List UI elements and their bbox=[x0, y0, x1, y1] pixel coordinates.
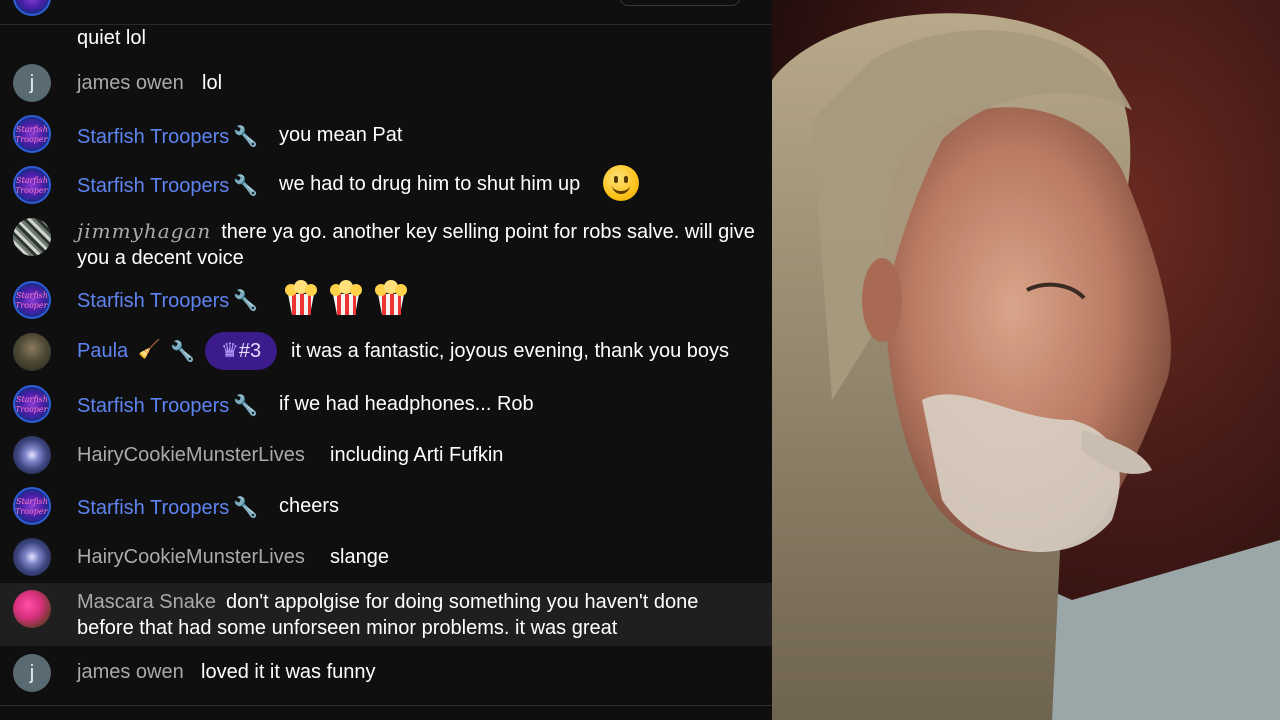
author-name[interactable]: HairyCookieMunsterLives bbox=[77, 546, 305, 569]
membership-badge: ♛#3 bbox=[205, 332, 277, 370]
broom-icon: 🧹 bbox=[138, 339, 161, 359]
author-name[interactable]: Starfish Troopers 🔧 bbox=[77, 393, 258, 418]
message-text: we had to drug him to shut him up bbox=[279, 173, 581, 195]
avatar[interactable]: Starfish Troopers bbox=[13, 115, 51, 153]
message-text: cheers bbox=[279, 495, 340, 517]
avatar-text: Starfish Troopers bbox=[15, 125, 51, 144]
chat-message: HairyCookieMunsterLives slange bbox=[0, 534, 772, 580]
wrench-icon: 🔧 bbox=[233, 395, 259, 417]
video-frame[interactable] bbox=[772, 0, 1280, 720]
popcorn-icon bbox=[375, 280, 407, 315]
author-name[interactable]: james owen bbox=[77, 72, 184, 95]
popcorn-icon bbox=[330, 280, 362, 315]
author-name[interactable]: HairyCookieMunsterLives bbox=[77, 444, 305, 467]
crown-icon: ♛ bbox=[220, 340, 239, 362]
author-name[interactable]: Paula bbox=[77, 340, 128, 363]
avatar[interactable] bbox=[13, 0, 51, 16]
wrench-icon: 🔧 bbox=[170, 341, 195, 363]
chat-message: Paula 🧹 🔧 ♛#3 it was a fantastic, joyous… bbox=[0, 328, 772, 376]
author-name[interactable]: Starfish Troopers 🔧 bbox=[77, 124, 258, 149]
chat-message: Starfish Troopers Starfish Troopers 🔧 che… bbox=[0, 482, 772, 530]
chat-message: Starfish Troopers Starfish Troopers 🔧 we … bbox=[0, 160, 772, 208]
avatar-text: Starfish Troopers bbox=[15, 176, 51, 195]
wrench-icon: 🔧 bbox=[233, 126, 259, 148]
avatar[interactable] bbox=[13, 436, 51, 474]
avatar[interactable]: Starfish Troopers bbox=[13, 281, 51, 319]
slightly-smiling-face-icon bbox=[603, 165, 639, 201]
message-body: jimmyhagan there ya go. another key selli… bbox=[77, 218, 757, 271]
wrench-icon: 🔧 bbox=[233, 175, 259, 197]
wrench-icon: 🔧 bbox=[233, 497, 259, 519]
author-name[interactable]: jimmyhagan bbox=[77, 219, 211, 243]
chat-message: Starfish Troopers Starfish Troopers 🔧 you… bbox=[0, 110, 772, 158]
chat-message: HairyCookieMunsterLives including Arti F… bbox=[0, 432, 772, 478]
message-text: lol bbox=[202, 72, 223, 94]
chat-header-divider bbox=[0, 24, 772, 25]
chat-message: Starfish Troopers Starfish Troopers 🔧 bbox=[0, 276, 772, 324]
avatar[interactable]: j bbox=[13, 654, 51, 692]
avatar[interactable]: Starfish Troopers bbox=[13, 487, 51, 525]
message-text: including Arti Fufkin bbox=[330, 444, 504, 466]
avatar[interactable]: Starfish Troopers bbox=[13, 385, 51, 423]
avatar[interactable] bbox=[13, 333, 51, 371]
badge-rank: #3 bbox=[238, 340, 262, 362]
person-image bbox=[772, 0, 1280, 720]
author-name[interactable]: james owen bbox=[77, 661, 184, 684]
chat-message: j james owen loved it it was funny bbox=[0, 650, 772, 696]
avatar-text: Starfish Troopers bbox=[15, 497, 51, 516]
message-text: loved it it was funny bbox=[201, 661, 376, 683]
live-chat-panel: quiet lol j james owen lol Starfish Troo… bbox=[0, 0, 772, 720]
chat-message: Starfish Troopers Starfish Troopers 🔧 if … bbox=[0, 380, 772, 428]
message-text: slange bbox=[330, 546, 389, 568]
avatar[interactable] bbox=[13, 590, 51, 628]
chat-message: j james owen lol bbox=[0, 60, 772, 106]
author-name[interactable]: Mascara Snake bbox=[77, 591, 216, 613]
message-text: if we had headphones... Rob bbox=[279, 393, 534, 415]
author-name[interactable]: Starfish Troopers 🔧 bbox=[77, 495, 258, 520]
message-body: Mascara Snake don't appolgise for doing s… bbox=[77, 589, 757, 641]
chat-message: jimmyhagan there ya go. another key selli… bbox=[0, 212, 772, 272]
avatar[interactable]: j bbox=[13, 64, 51, 102]
avatar[interactable]: Starfish Troopers bbox=[13, 166, 51, 204]
author-name[interactable]: Starfish Troopers 🔧 bbox=[77, 173, 258, 198]
avatar-text: Starfish Troopers bbox=[15, 395, 51, 414]
chat-message: Mascara Snake don't appolgise for doing s… bbox=[0, 583, 772, 646]
chat-message: quiet lol bbox=[0, 0, 772, 49]
avatar[interactable] bbox=[13, 218, 51, 256]
chat-input-divider bbox=[0, 705, 772, 706]
wrench-icon: 🔧 bbox=[233, 290, 259, 312]
message-text: it was a fantastic, joyous evening, than… bbox=[291, 340, 730, 362]
author-name[interactable]: Starfish Troopers 🔧 bbox=[77, 288, 258, 313]
message-text: quiet lol bbox=[77, 27, 146, 49]
popcorn-icon bbox=[285, 280, 317, 315]
avatar-text: Starfish Troopers bbox=[15, 291, 51, 310]
avatar[interactable] bbox=[13, 538, 51, 576]
message-text: you mean Pat bbox=[279, 124, 403, 146]
